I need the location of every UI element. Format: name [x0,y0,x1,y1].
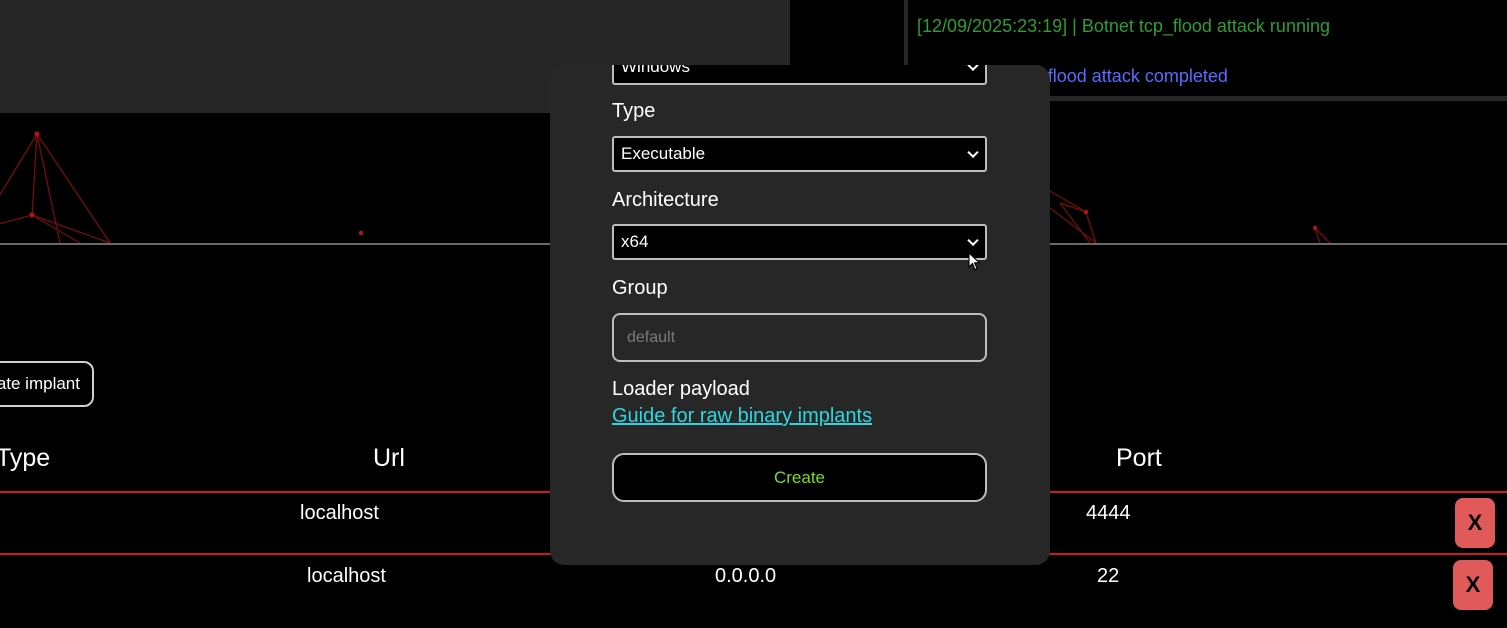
chevron-down-icon [967,65,979,72]
mouse-cursor-icon [968,252,981,271]
column-header-port: Port [1116,444,1162,472]
group-label: Group [612,277,668,299]
delete-button[interactable]: X [1455,498,1495,548]
create-implant-button[interactable]: ate implant [0,361,94,407]
os-select[interactable]: Windows [612,65,987,85]
create-implant-modal: Windows Type Executable Architecture x64… [550,65,1050,565]
architecture-select[interactable]: x64 [612,224,987,260]
column-header-type: Type [0,444,51,472]
loader-payload-label: Loader payload [612,378,750,400]
column-header-url: Url [373,444,405,472]
create-button[interactable]: Create [612,453,987,502]
log-entry: [12/09/2025:23:19] | Botnet tcp_flood at… [917,16,1330,36]
chevron-down-icon [967,234,979,247]
table-cell-port: 4444 [1086,502,1131,524]
table-cell-address: 0.0.0.0 [715,565,777,587]
group-input[interactable] [612,313,987,362]
table-cell-url: localhost [300,502,379,524]
delete-button[interactable]: X [1453,560,1493,610]
type-label: Type [612,100,656,122]
table-cell-port: 22 [1097,565,1120,587]
type-select-value: Executable [621,144,706,163]
dashboard: [12/09/2025:23:19] | Botnet tcp_flood at… [0,0,1507,628]
guide-link[interactable]: Guide for raw binary implants [612,405,872,428]
chevron-down-icon [967,146,979,159]
type-select[interactable]: Executable [612,136,987,172]
os-select-value: Windows [621,65,690,76]
architecture-label: Architecture [612,189,719,211]
architecture-select-value: x64 [621,232,649,251]
table-cell-url: localhost [307,565,386,587]
